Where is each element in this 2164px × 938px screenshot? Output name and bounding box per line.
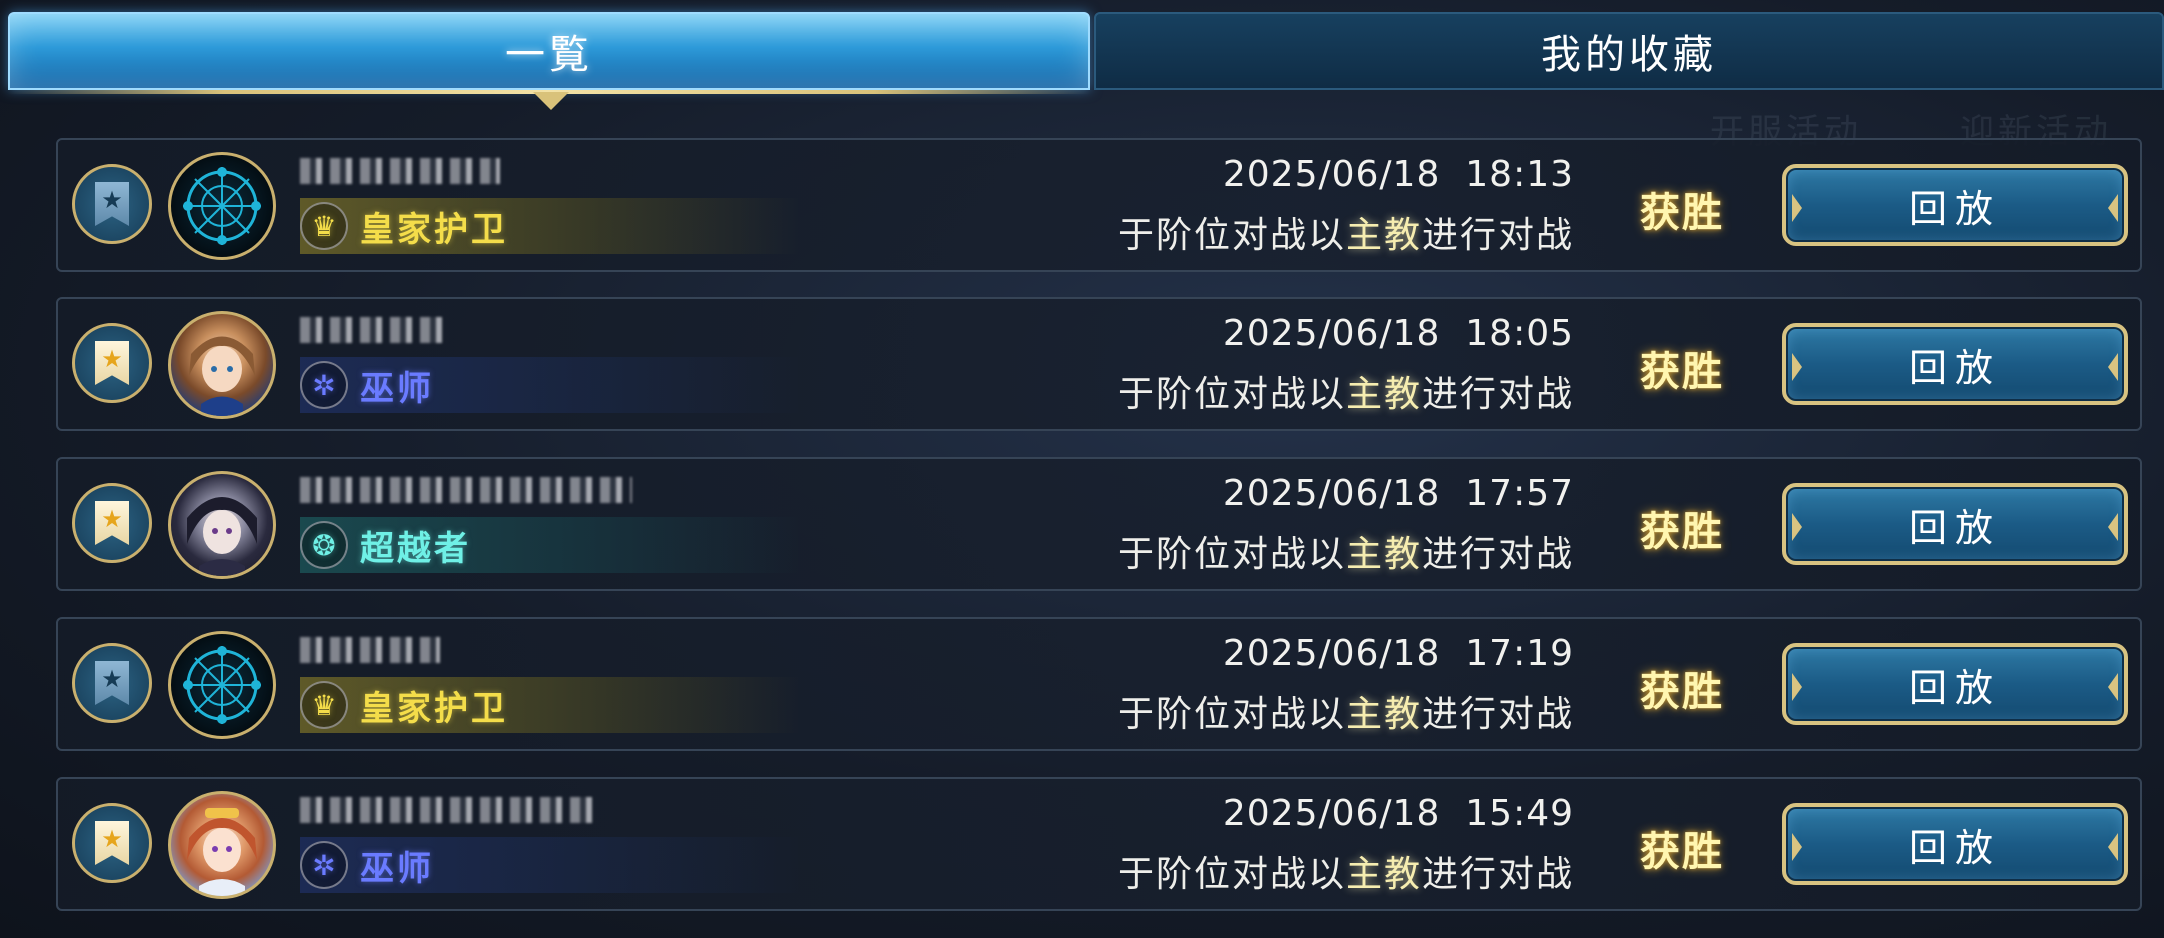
crown-icon: ♛ (300, 202, 348, 250)
match-timestamp: 2025/06/18 18:13 (1222, 154, 1574, 195)
favorite-toggle[interactable]: ★ (72, 643, 152, 723)
replay-row: ★ ▄▅▆ ▇▆▅ ✲ 巫师 2025/06/18 18:05 于阶位对战以主教… (56, 297, 2142, 431)
star-icon: ★ (101, 825, 123, 853)
replay-button[interactable]: 回放 (1782, 164, 2128, 246)
desc-prefix: 于阶位对战以 (1117, 374, 1346, 415)
class-name: 皇家护卫 (360, 688, 508, 729)
spiral-icon: ❂ (300, 521, 348, 569)
match-description: 于阶位对战以主教进行对战 (1118, 685, 1574, 737)
rune-circle-emblem (183, 646, 261, 724)
match-result: 获胜 (1640, 829, 1724, 875)
desc-suffix: 进行对战 (1421, 374, 1574, 415)
rune-circle-emblem (183, 167, 261, 245)
favorite-toggle[interactable]: ★ (72, 323, 152, 403)
player-name: ▇▇▆▅ ▖▗ ▘ (300, 158, 500, 184)
match-description: 于阶位对战以主教进行对战 (1118, 206, 1574, 258)
desc-suffix: 进行对战 (1421, 215, 1574, 256)
star-icon: ★ (101, 345, 123, 373)
avatar (168, 152, 276, 260)
dark-haired-boy-portrait (187, 497, 257, 576)
class-name: 超越者 (360, 528, 471, 569)
desc-prefix: 于阶位对战以 (1117, 534, 1346, 575)
bookmark-icon: ★ (95, 341, 129, 385)
avatar (168, 631, 276, 739)
desc-suffix: 进行对战 (1421, 694, 1574, 735)
match-result: 获胜 (1640, 349, 1724, 395)
bookmark-icon: ★ (95, 501, 129, 545)
class-badge: ✲ 巫师 (300, 357, 800, 413)
desc-suffix: 进行对战 (1421, 534, 1574, 575)
class-badge: ✲ 巫师 (300, 837, 800, 893)
match-timestamp: 2025/06/18 15:49 (1222, 793, 1574, 834)
bookmark-icon: ★ (95, 182, 129, 226)
player-name: ▆ ▅▆▇ ▖ (300, 637, 440, 663)
star-icon: ★ (101, 665, 123, 693)
replay-button[interactable]: 回放 (1782, 803, 2128, 885)
player-name: ▄▅▆ ▇▆▅ (300, 317, 450, 343)
replay-row: ★ ▆▅ ▇ ▆▅ ▄ ▇▆ ▅▆▇▆▅ ✲ 巫师 2025/06/18 15:… (56, 777, 2142, 911)
match-timestamp: 2025/06/18 17:19 (1222, 633, 1574, 674)
class-badge: ♛ 皇家护卫 (300, 198, 800, 254)
player-name: ▆▅ ▇ ▆▅ ▄ ▇▆ ▅▆▇▆▅ (300, 797, 600, 823)
tab-favorites-label: 我的收藏 (1541, 32, 1717, 78)
class-name: 巫师 (360, 848, 434, 889)
tab-all-label: 一覧 (505, 32, 593, 78)
replay-button[interactable]: 回放 (1782, 323, 2128, 405)
favorite-toggle[interactable]: ★ (72, 803, 152, 883)
deck-class-highlight: 主教 (1345, 694, 1422, 735)
tab-pointer-icon (533, 92, 569, 110)
replay-button[interactable]: 回放 (1782, 643, 2128, 725)
tab-all[interactable]: 一覧 (8, 12, 1090, 90)
favorite-toggle[interactable]: ★ (72, 483, 152, 563)
rune-icon: ✲ (300, 361, 348, 409)
match-description: 于阶位对战以主教进行对战 (1118, 365, 1574, 417)
favorite-toggle[interactable]: ★ (72, 164, 152, 244)
bookmark-icon: ★ (95, 661, 129, 705)
brown-haired-girl-portrait (189, 336, 255, 416)
avatar (168, 471, 276, 579)
deck-class-highlight: 主教 (1345, 215, 1422, 256)
star-icon: ★ (101, 505, 123, 533)
desc-prefix: 于阶位对战以 (1117, 215, 1346, 256)
replay-row: ★ ▆▅ ▄▆ ▅▇ ▆▅ ▇▆▅ ▗▖ ❂ 超越者 2025/06/18 17… (56, 457, 2142, 591)
red-haired-girl-portrait (187, 808, 257, 896)
match-timestamp: 2025/06/18 18:05 (1222, 313, 1574, 354)
tab-favorites[interactable]: 我的收藏 (1094, 12, 2164, 90)
avatar (168, 311, 276, 419)
class-badge: ❂ 超越者 (300, 517, 800, 573)
crown-icon: ♛ (300, 681, 348, 729)
desc-suffix: 进行对战 (1421, 854, 1574, 895)
class-badge: ♛ 皇家护卫 (300, 677, 800, 733)
match-timestamp: 2025/06/18 17:57 (1222, 473, 1574, 514)
star-icon: ★ (101, 186, 123, 214)
replay-row: ★ ▆ ▅▆▇ ▖ ♛ 皇家护卫 2025/06/18 17:19 于阶位对战以… (56, 617, 2142, 751)
match-description: 于阶位对战以主教进行对战 (1118, 845, 1574, 897)
match-result: 获胜 (1640, 669, 1724, 715)
player-name: ▆▅ ▄▆ ▅▇ ▆▅ ▇▆▅ ▗▖ (300, 477, 632, 503)
desc-prefix: 于阶位对战以 (1117, 694, 1346, 735)
rune-icon: ✲ (300, 841, 348, 889)
class-name: 巫师 (360, 368, 434, 409)
avatar (168, 791, 276, 899)
desc-prefix: 于阶位对战以 (1117, 854, 1346, 895)
match-result: 获胜 (1640, 190, 1724, 236)
match-description: 于阶位对战以主教进行对战 (1118, 525, 1574, 577)
match-result: 获胜 (1640, 509, 1724, 555)
replay-button[interactable]: 回放 (1782, 483, 2128, 565)
bookmark-icon: ★ (95, 821, 129, 865)
deck-class-highlight: 主教 (1345, 534, 1422, 575)
deck-class-highlight: 主教 (1345, 854, 1422, 895)
deck-class-highlight: 主教 (1345, 374, 1422, 415)
class-name: 皇家护卫 (360, 209, 508, 250)
replay-row: ★ ▇▇▆▅ ▖▗ ▘ ♛ 皇家护卫 2025/06/18 18:13 于阶位对… (56, 138, 2142, 272)
